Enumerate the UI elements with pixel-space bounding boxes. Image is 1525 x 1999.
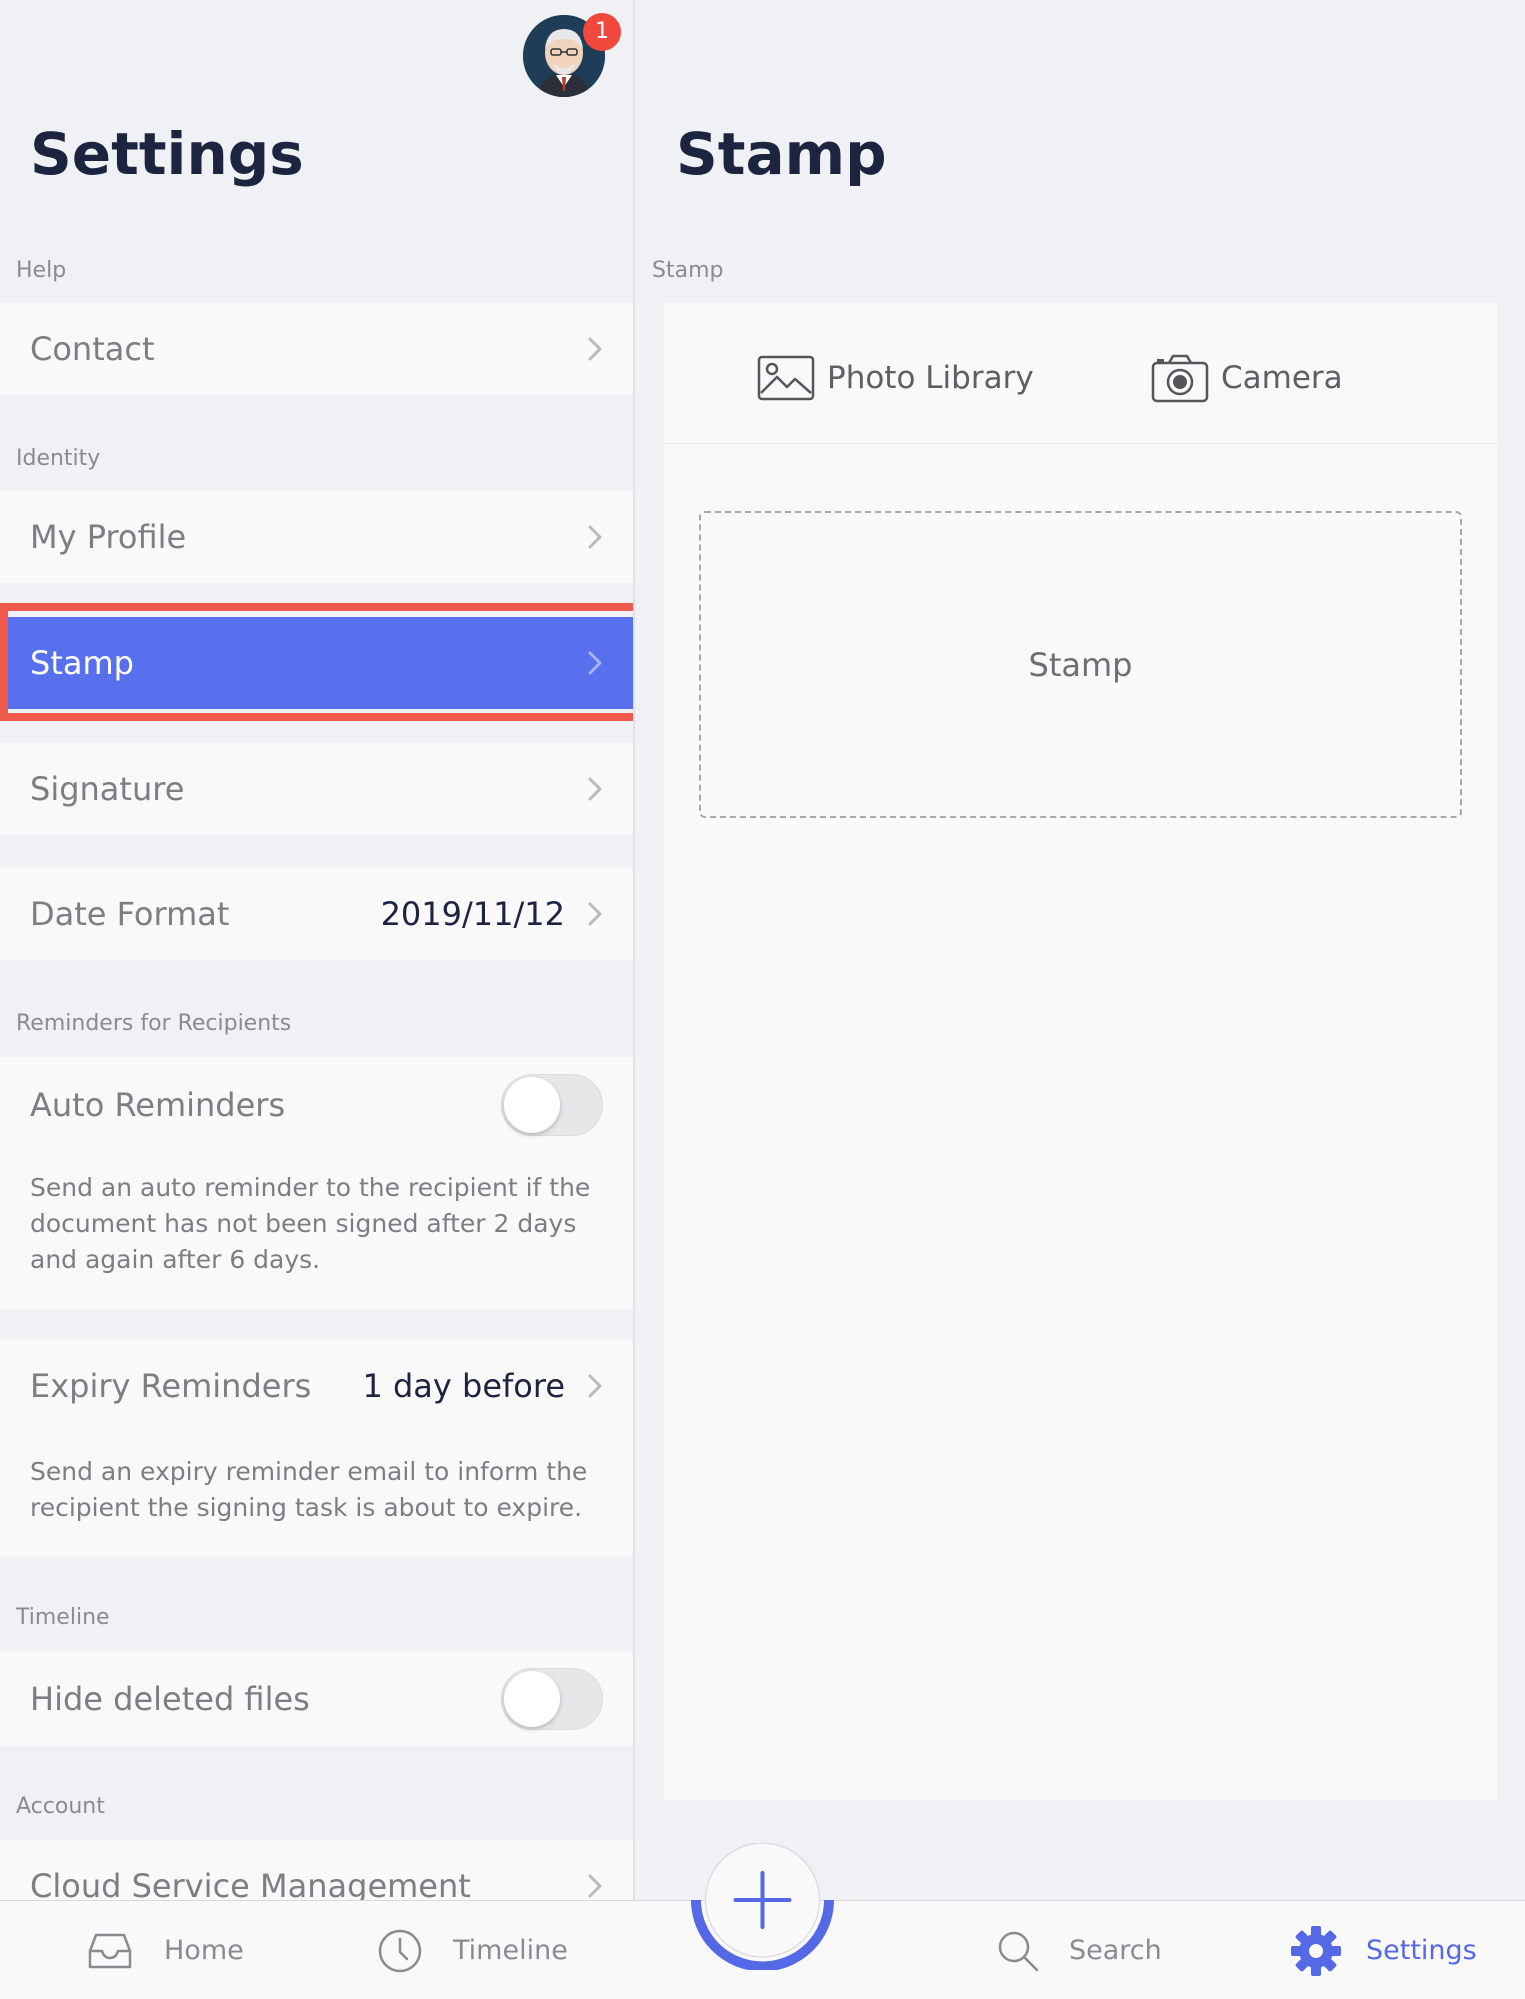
stamp-card: Photo Library Camera Stamp [664,303,1497,1800]
row-label: Expiry Reminders [30,1367,312,1405]
settings-row-auto-reminders: Auto Reminders [0,1057,633,1152]
expiry-reminders-description: Send an expiry reminder email to inform … [0,1432,633,1556]
stamp-source-bar: Photo Library Camera [664,303,1497,444]
section-label-reminders: Reminders for Recipients [16,1011,292,1036]
row-label: Stamp [30,644,134,682]
add-button[interactable] [691,1843,834,1970]
row-label: Signature [30,770,185,808]
home-inbox-icon [88,1933,132,1968]
stamp-placeholder-label: Stamp [1028,645,1133,684]
row-label: Contact [30,330,155,368]
toggle-knob [504,1076,560,1133]
notification-badge: 1 [583,13,621,51]
tab-home[interactable]: Home [86,1901,244,1999]
tab-timeline-label: Timeline [453,1935,568,1966]
settings-row-expiry-reminders[interactable]: Expiry Reminders 1 day before [0,1340,633,1432]
row-label: Hide deleted files [30,1680,310,1718]
settings-row-stamp[interactable]: Stamp [0,617,633,709]
settings-row-hide-deleted: Hide deleted files [0,1652,633,1746]
tab-settings[interactable]: Settings [1290,1901,1477,1999]
avatar-button[interactable]: 1 [523,13,621,97]
camera-label: Camera [1221,360,1343,396]
toggle-knob [504,1671,560,1727]
settings-row-signature[interactable]: Signature [0,743,633,835]
chevron-right-icon [588,902,602,926]
stamp-placeholder[interactable]: Stamp [699,511,1462,818]
chevron-right-icon [588,651,602,675]
chevron-right-icon [588,525,602,549]
camera-button[interactable]: Camera [1151,353,1343,403]
section-label-help: Help [16,258,67,283]
detail-title: Stamp [676,120,887,188]
settings-pane: 1 Settings Help Contact Identity My Prof… [0,0,635,1999]
tab-timeline[interactable]: Timeline [377,1901,568,1999]
page-title: Settings [30,120,304,188]
settings-row-date-format[interactable]: Date Format 2019/11/12 [0,868,633,960]
chevron-right-icon [588,1374,602,1398]
section-label-identity: Identity [16,446,101,471]
chevron-right-icon [588,1874,602,1898]
tab-home-label: Home [164,1935,244,1966]
photo-library-button[interactable]: Photo Library [757,353,1034,403]
auto-reminders-toggle[interactable] [501,1073,603,1136]
section-label-timeline: Timeline [16,1605,110,1630]
expiry-reminders-value: 1 day before [362,1367,565,1405]
clock-icon [378,1929,422,1972]
settings-row-contact[interactable]: Contact [0,303,633,395]
tab-search-label: Search [1069,1935,1162,1966]
section-label-account: Account [16,1794,105,1819]
photo-library-icon [757,355,815,401]
gear-icon [1291,1925,1341,1976]
tab-search[interactable]: Search [997,1901,1162,1999]
row-label: Date Format [30,895,230,933]
chevron-right-icon [588,337,602,361]
hide-deleted-toggle[interactable] [501,1668,603,1730]
auto-reminders-description: Send an auto reminder to the recipient i… [0,1152,633,1309]
photo-library-label: Photo Library [827,360,1034,396]
section-label-stamp: Stamp [652,258,724,283]
chevron-right-icon [588,777,602,801]
date-format-value: 2019/11/12 [380,895,565,933]
row-label: My Profile [30,518,187,556]
row-label: Auto Reminders [30,1085,286,1124]
settings-row-my-profile[interactable]: My Profile [0,491,633,583]
tab-settings-label: Settings [1366,1935,1477,1966]
camera-icon [1151,354,1209,403]
search-icon [998,1931,1039,1971]
